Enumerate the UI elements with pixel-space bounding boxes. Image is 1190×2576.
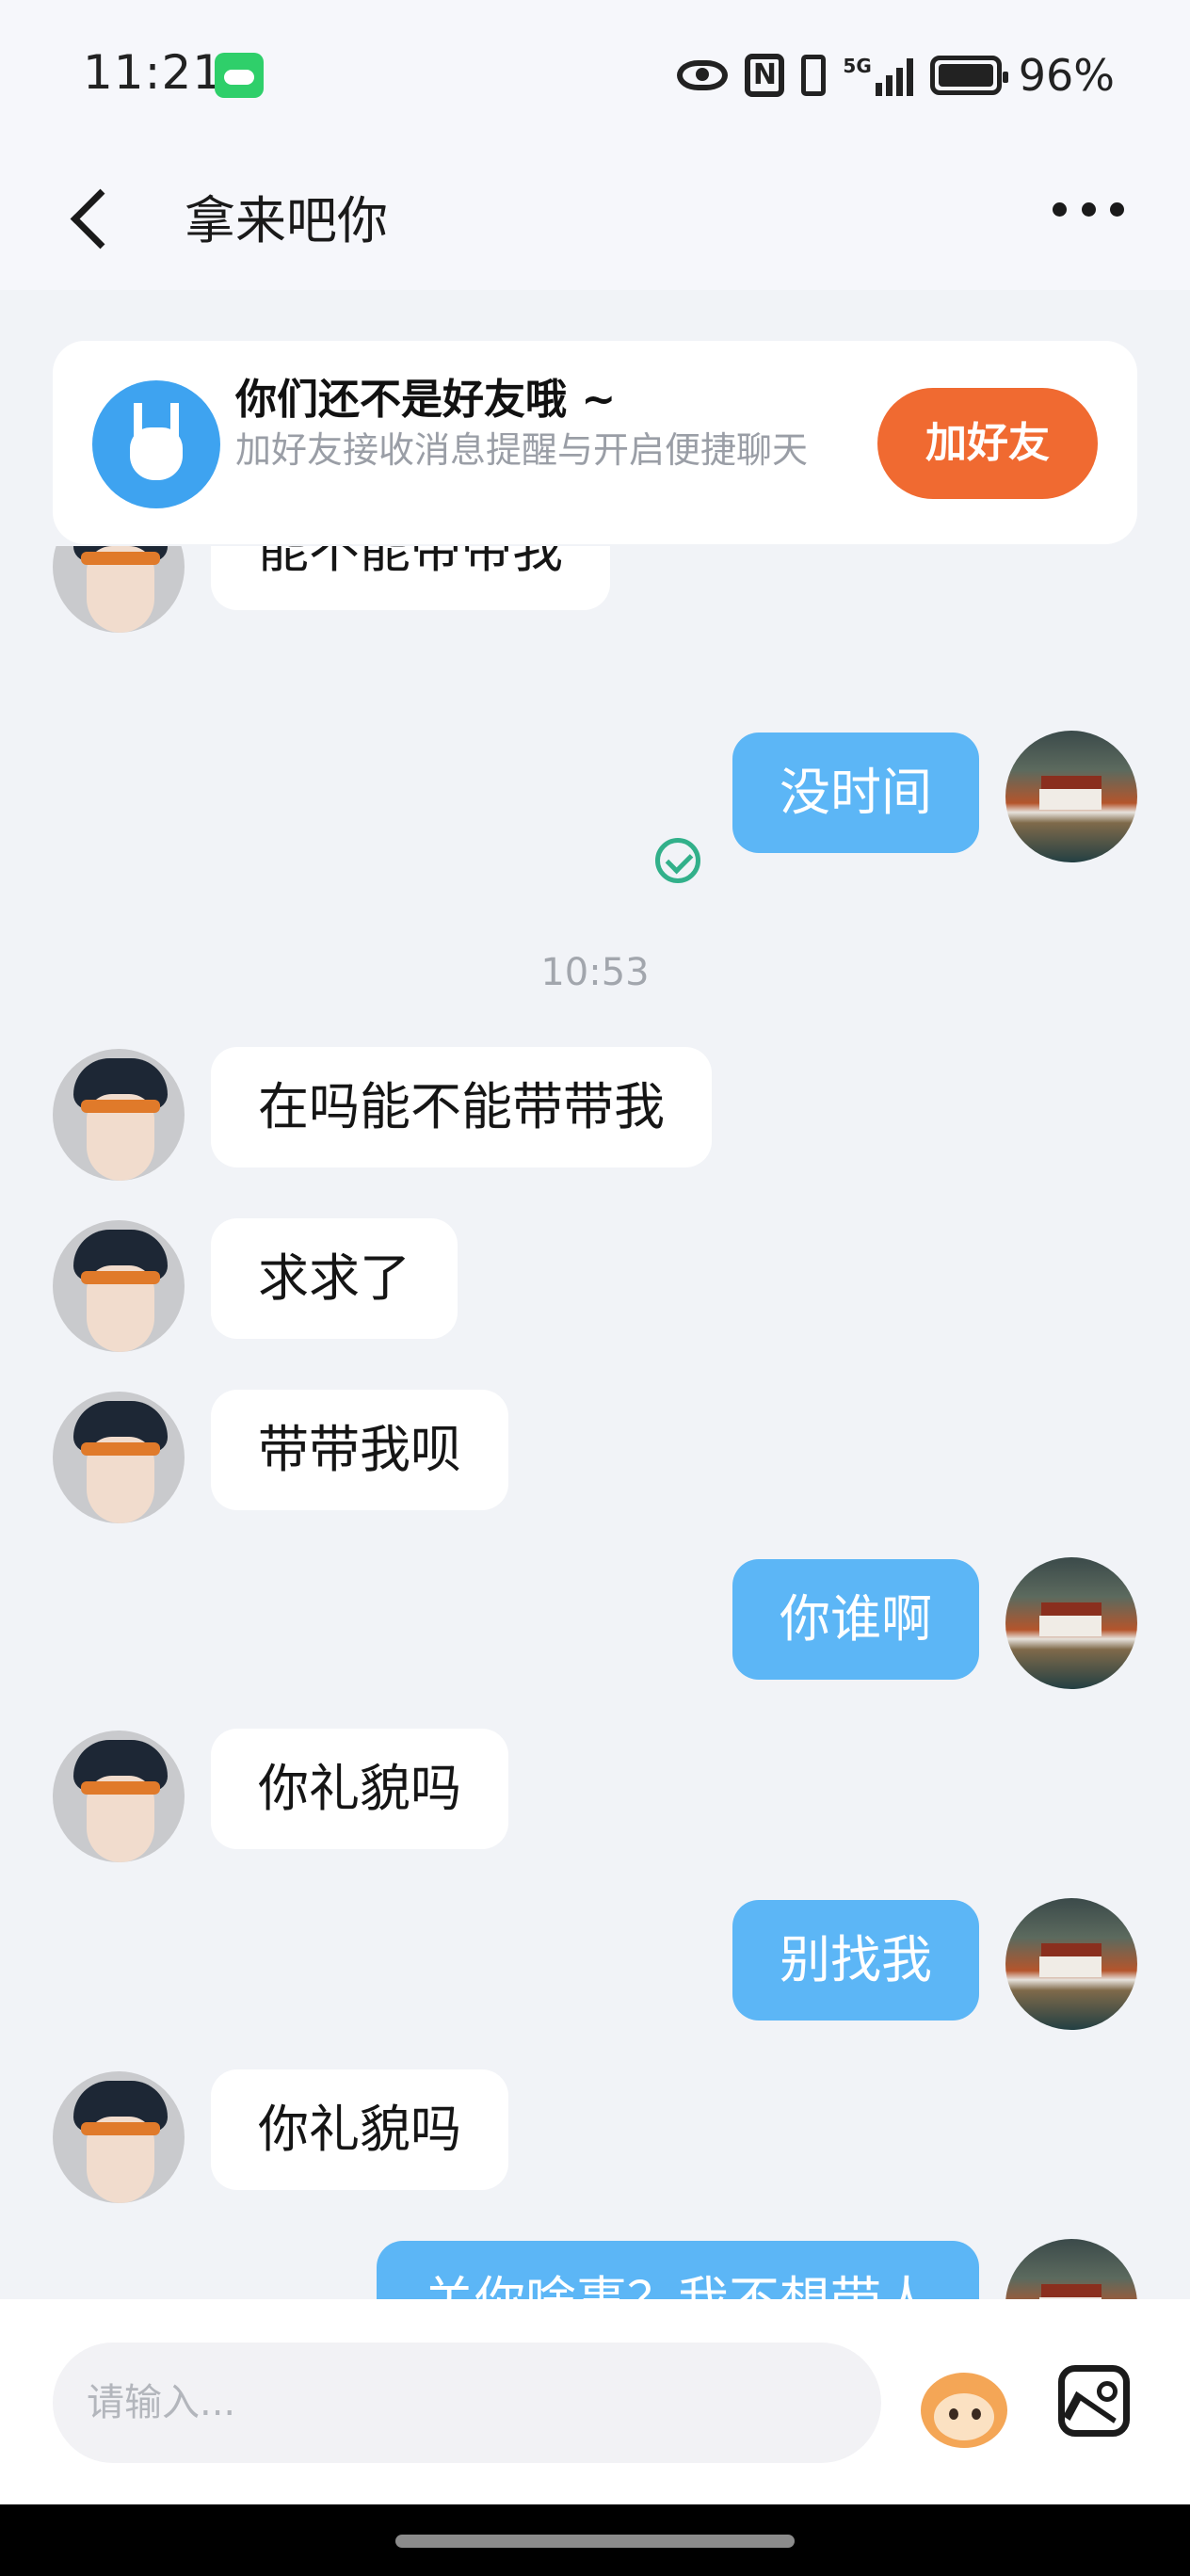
contact-avatar[interactable] [53, 1220, 185, 1352]
eye-icon [677, 60, 729, 90]
system-nav-bar [0, 2504, 1190, 2576]
read-check-icon [655, 838, 700, 883]
message-bubble-received[interactable]: 带带我呗 [211, 1390, 508, 1510]
message-bubble-received[interactable]: 能不能带带我 [211, 546, 610, 610]
add-friend-banner: 你们还不是好友哦 ~ 加好友接收消息提醒与开启便捷聊天 加好友 [53, 341, 1137, 544]
message-bubble-sent[interactable]: 关你啥事？我不想带人 [377, 2241, 979, 2299]
contact-avatar[interactable] [53, 1392, 185, 1523]
home-indicator[interactable] [395, 2535, 795, 2548]
message-bubble-received[interactable]: 求求了 [211, 1218, 458, 1339]
chat-title: 拿来吧你 [185, 191, 388, 250]
message-bubble-sent[interactable]: 别找我 [732, 1900, 979, 2021]
cloud-app-icon [215, 53, 264, 98]
my-avatar[interactable] [1005, 1898, 1137, 2030]
my-avatar[interactable] [1005, 2239, 1137, 2299]
message-bubble-received[interactable]: 你礼貌吗 [211, 2069, 508, 2190]
battery-percent: 96% [1018, 50, 1115, 101]
message-bubble-received[interactable]: 在吗能不能带带我 [211, 1047, 712, 1167]
timestamp: 10:53 [540, 951, 650, 994]
banner-title: 你们还不是好友哦 ~ [235, 376, 617, 424]
contact-avatar[interactable] [53, 1049, 185, 1181]
my-avatar[interactable] [1005, 731, 1137, 862]
back-arrow-icon[interactable] [64, 179, 139, 254]
status-bar: 11:21 N 5G 96% [0, 0, 1190, 141]
sticker-emoji-icon[interactable] [915, 2359, 1013, 2450]
signal-icon: 5G [843, 55, 913, 96]
message-bubble-sent[interactable]: 你谁啊 [732, 1559, 979, 1680]
message-bubble-received[interactable]: 你礼貌吗 [211, 1729, 508, 1849]
nfc-icon: N [745, 54, 785, 97]
message-bubble-sent[interactable]: 没时间 [732, 733, 979, 853]
more-options-icon[interactable] [1053, 200, 1124, 218]
vibrate-icon [801, 55, 827, 96]
contact-avatar[interactable] [53, 1731, 185, 1862]
image-picker-icon[interactable] [1058, 2365, 1130, 2437]
wave-hand-icon [92, 380, 220, 508]
status-icons: N 5G 96% [677, 47, 1115, 104]
banner-subtitle: 加好友接收消息提醒与开启便捷聊天 [235, 429, 809, 471]
my-avatar[interactable] [1005, 1557, 1137, 1689]
network-type: 5G [843, 55, 872, 77]
message-list[interactable]: 能不能带带我 没时间 10:53 在吗能不能带带我 求求了 带带我呗 你谁啊 你… [0, 546, 1190, 2299]
chat-header: 拿来吧你 [0, 141, 1190, 290]
contact-avatar[interactable] [53, 546, 185, 633]
input-bar [0, 2299, 1190, 2504]
status-time: 11:21 [83, 45, 224, 100]
message-input[interactable] [53, 2343, 881, 2463]
add-friend-button[interactable]: 加好友 [877, 388, 1098, 499]
battery-icon [929, 56, 1008, 95]
contact-avatar[interactable] [53, 2071, 185, 2203]
